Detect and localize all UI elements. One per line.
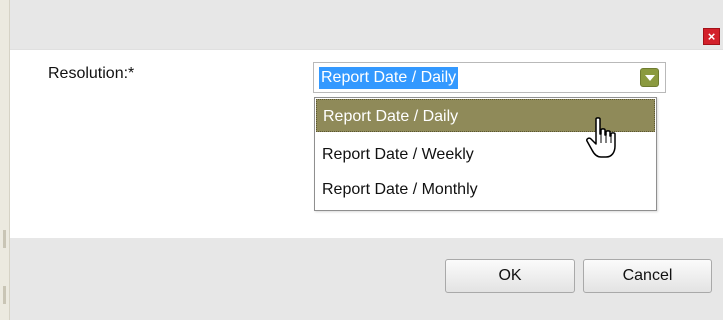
- background-mark: [3, 286, 6, 304]
- resolution-select[interactable]: Report Date / Daily: [313, 62, 666, 93]
- resolution-label: Resolution:*: [48, 65, 135, 82]
- chevron-down-icon[interactable]: [640, 68, 659, 87]
- ok-button[interactable]: OK: [445, 259, 575, 293]
- option-report-date-monthly[interactable]: Report Date / Monthly: [316, 173, 655, 206]
- resolution-select-value: Report Date / Daily: [319, 67, 459, 89]
- close-icon[interactable]: ×: [703, 28, 720, 45]
- background-mark: [3, 230, 6, 248]
- dialog-titlebar: ×: [10, 0, 723, 50]
- cancel-button[interactable]: Cancel: [583, 259, 712, 293]
- hand-pointer-icon: [586, 117, 616, 158]
- dialog-footer: OK Cancel: [10, 238, 723, 320]
- background-window-edge: [0, 0, 10, 320]
